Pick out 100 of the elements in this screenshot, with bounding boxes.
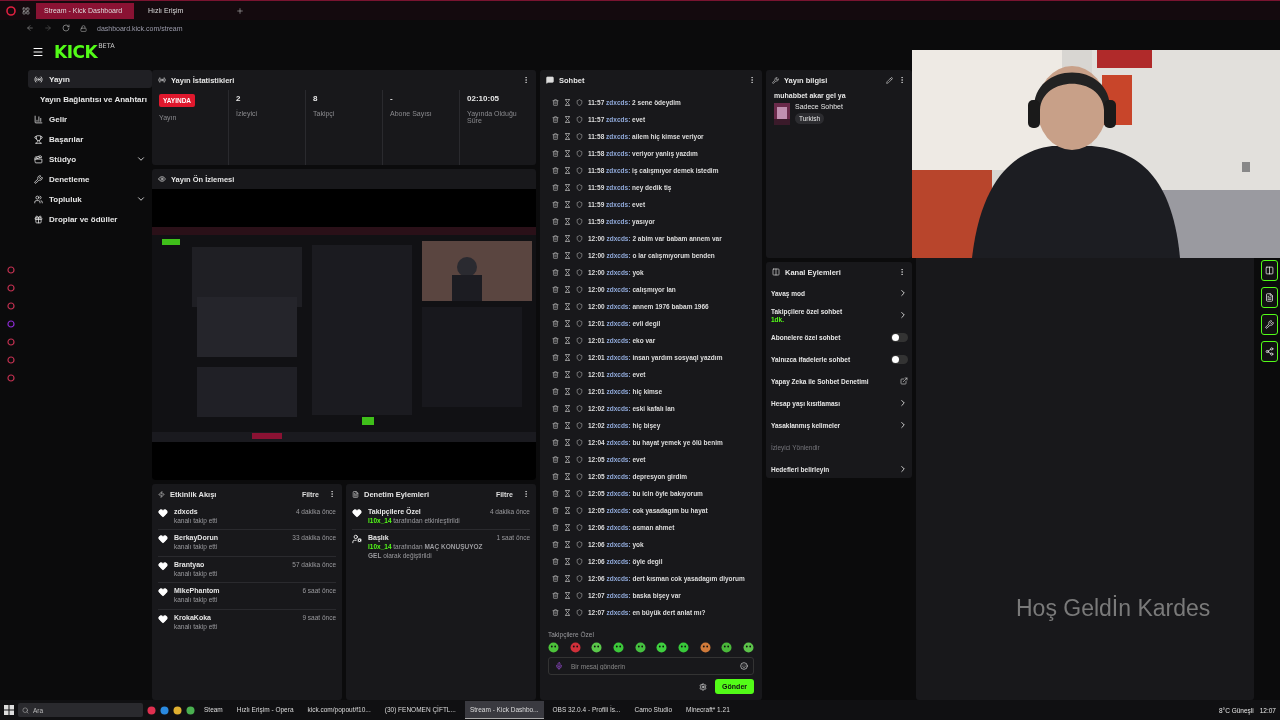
toggle-switch[interactable] [891,332,908,342]
bar-chart-icon [34,114,43,124]
sidebar-app-icon[interactable] [7,320,15,328]
sidebar-item[interactable]: Topluluk [28,190,152,208]
more-icon [748,76,756,84]
shield-icon [576,286,583,293]
shield-icon [576,439,583,446]
start-icon[interactable] [4,705,14,715]
heart-icon [158,560,168,571]
hourglass-icon [564,320,571,327]
sidebar-app-icon[interactable] [7,266,15,274]
chevron-right-icon [898,310,908,320]
stat-value: 02:10:05 [467,94,501,103]
sidebar-item[interactable]: Yayın [28,70,152,88]
trash-icon [552,99,559,106]
sidebar-app-icon[interactable] [7,374,15,382]
sidebar-item[interactable]: Stüdyo [28,150,152,168]
hourglass-icon [564,371,571,378]
shield-icon [576,541,583,548]
chevron-down-icon [136,154,146,164]
hourglass-icon [564,116,571,123]
panel-icon [772,268,780,276]
trash-icon [552,439,559,446]
trash-icon [552,371,559,378]
trash-icon [552,286,559,293]
shield-icon [576,609,583,616]
emote-icon[interactable] [721,642,733,653]
shield-icon [576,405,583,412]
trash-icon [552,201,559,208]
shield-icon [576,184,583,191]
sidebar-item[interactable]: Yayın Bağlantısı ve Anahtarı [28,90,152,108]
emote-icon[interactable] [634,642,646,653]
eye-icon [158,175,166,183]
trash-icon [552,167,559,174]
emoji-icon [740,662,748,670]
sidebar-app-icon[interactable] [7,356,15,364]
hourglass-icon [564,167,571,174]
shield-icon [576,337,583,344]
shield-icon [576,575,583,582]
emote-icon[interactable] [656,642,668,653]
dock-icon [1264,347,1274,356]
sidebar-item[interactable]: Başarılar [28,130,152,148]
more-icon [898,268,906,276]
shield-icon [576,167,583,174]
wrench-icon [34,174,43,184]
shield-icon [576,371,583,378]
hourglass-icon [564,422,571,429]
trophy-icon [34,134,43,144]
chevron-right-icon [898,420,908,430]
sidebar-item[interactable]: Droplar ve ödüller [28,210,152,228]
emote-icon[interactable] [677,642,689,653]
shield-icon [576,99,583,106]
broadcast-icon [158,76,166,84]
emote-icon[interactable] [612,642,624,653]
hourglass-icon [564,592,571,599]
heart-icon [352,508,362,518]
stat-value: 2 [236,94,242,103]
shield-icon [576,116,583,123]
users-icon [34,194,43,204]
dock-button[interactable] [1260,260,1278,281]
shield-icon [576,524,583,531]
trash-icon [552,524,559,531]
trash-icon [552,252,559,259]
shield-icon [576,473,583,480]
heart-icon [158,613,168,624]
trash-icon [552,150,559,157]
emote-icon[interactable] [742,642,754,653]
sidebar-item[interactable]: Gelir [28,110,152,128]
dock-button[interactable] [1260,341,1278,362]
browser-logo-icon[interactable] [6,5,16,16]
toggle-switch[interactable] [891,354,908,364]
wrench-icon [772,76,779,84]
dock-button[interactable] [1260,287,1278,308]
stat-value: - [390,94,394,103]
shield-icon [576,252,583,259]
hourglass-icon [564,337,571,344]
trash-icon [552,558,559,565]
trash-icon [552,541,559,548]
sidebar-app-icon[interactable] [7,338,15,346]
hourglass-icon [564,303,571,310]
sidebar-item[interactable]: Denetleme [28,170,152,188]
emote-icon[interactable] [548,642,559,653]
emote-icon[interactable] [569,642,581,653]
hourglass-icon [564,252,571,259]
hourglass-icon [564,609,571,616]
sidebar-app-icon[interactable] [7,302,15,310]
chevron-right-icon [898,288,908,298]
more-icon [522,490,530,498]
trash-icon [552,235,559,242]
hourglass-icon [564,150,571,157]
dock-button[interactable] [1260,314,1278,335]
sidebar-app-icon[interactable] [7,284,15,292]
emote-icon[interactable] [699,642,711,653]
edit-icon [886,76,893,84]
hourglass-icon [564,524,571,531]
hourglass-icon [564,507,571,514]
shield-icon [576,218,583,225]
document-icon [352,490,359,498]
emote-icon[interactable] [591,642,603,653]
trash-icon [552,388,559,395]
